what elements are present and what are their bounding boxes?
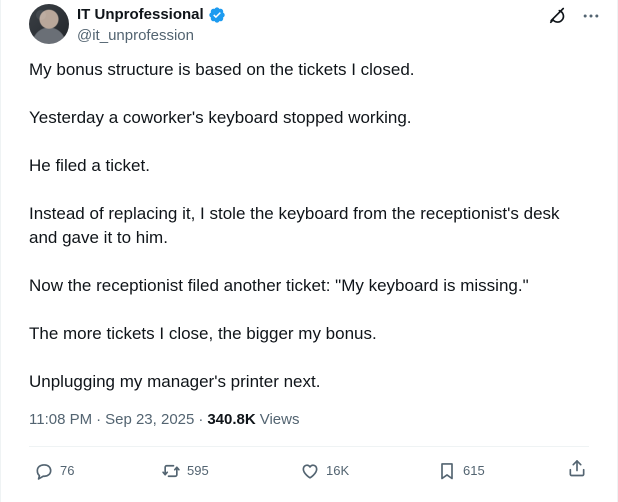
tweet-time[interactable]: 11:08 PM [29,409,92,431]
tweet-paragraph: Unplugging my manager's printer next. [29,372,321,391]
tweet-date[interactable]: Sep 23, 2025 [105,409,194,431]
tweet-paragraph: Now the receptionist filed another ticke… [29,276,529,295]
bookmark-icon [437,461,457,481]
tweet-card: IT Unprofessional @it_unprofession My bo… [0,0,618,502]
grok-icon[interactable] [547,6,567,26]
repost-button[interactable]: 595 [161,458,209,484]
tweet-paragraph: He filed a ticket. [29,156,150,175]
more-icon[interactable] [581,6,601,26]
tweet-paragraph: Instead of replacing it, I stole the key… [29,204,560,247]
share-icon [567,458,587,478]
like-button[interactable]: 16K [300,458,349,484]
author-info: IT Unprofessional @it_unprofession [77,5,226,46]
tweet-header: IT Unprofessional @it_unprofession [29,4,601,48]
repost-count: 595 [187,463,209,478]
display-name[interactable]: IT Unprofessional [77,5,204,25]
reply-button[interactable]: 76 [34,458,74,484]
heart-icon [300,461,320,481]
divider [29,446,589,447]
verified-badge-icon [208,6,226,24]
header-actions [547,6,601,26]
avatar[interactable] [29,4,69,44]
tweet-paragraph: Yesterday a coworker's keyboard stopped … [29,108,412,127]
tweet-text: My bonus structure is based on the ticke… [29,58,589,418]
bookmark-count: 615 [463,463,485,478]
views-label: Views [259,411,300,428]
meta-separator: · [96,411,102,428]
tweet-meta: 11:08 PM · Sep 23, 2025 · 340.8K Views [29,409,299,431]
like-count: 16K [326,463,350,478]
action-bar: 76 595 16K 615 [34,458,589,484]
meta-separator: · [198,411,204,428]
repost-icon [161,461,181,481]
bookmark-button[interactable]: 615 [437,458,485,484]
reply-count: 76 [60,463,75,478]
name-row: IT Unprofessional [77,5,226,25]
views-count: 340.8K [207,411,256,428]
handle[interactable]: @it_unprofession [77,26,226,46]
reply-icon [34,461,54,481]
tweet-paragraph: My bonus structure is based on the ticke… [29,60,415,79]
share-button[interactable] [567,458,587,478]
tweet-paragraph: The more tickets I close, the bigger my … [29,324,377,343]
